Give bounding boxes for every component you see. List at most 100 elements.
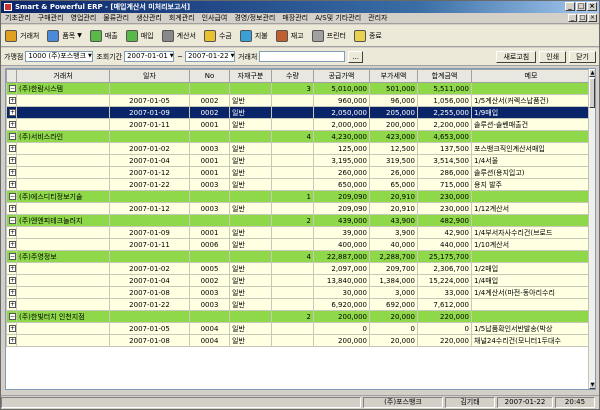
collapse-icon[interactable]: −	[9, 133, 16, 140]
table-row[interactable]: +2007-01-04 0002 일반 13,840,000 1,384,000 15,2…	[6, 274, 591, 287]
collapse-icon[interactable]: −	[9, 193, 16, 200]
column-header[interactable]: 메모	[471, 69, 591, 83]
expand-icon[interactable]: +	[9, 181, 16, 188]
expand-icon[interactable]: +	[9, 277, 16, 284]
minimize-button[interactable]: _	[565, 2, 575, 11]
expand-cell[interactable]: +	[6, 166, 17, 179]
child-minimize-button[interactable]: _	[568, 14, 577, 22]
column-header[interactable]: 거래처	[16, 69, 110, 83]
expand-cell[interactable]: +	[6, 106, 17, 119]
table-row[interactable]: +2007-01-09 0001 일반 39,000 3,900 42,900 1/4부서자…	[6, 226, 591, 239]
expand-icon[interactable]: +	[9, 325, 16, 332]
column-header[interactable]: 자재구분	[229, 69, 272, 83]
group-row[interactable]: − (주)엔엔피테크놀러지 2 439,000 43,900 482,900	[6, 214, 591, 227]
expand-cell[interactable]: +	[6, 262, 17, 275]
expand-icon[interactable]: +	[9, 205, 16, 212]
print-button[interactable]: 인쇄	[539, 50, 567, 63]
collapse-icon[interactable]: −	[9, 253, 16, 260]
menu-item[interactable]: 관리자	[368, 13, 387, 23]
expand-cell[interactable]: +	[6, 298, 17, 311]
group-row[interactable]: − (주)서비스라인 4 4,230,000 423,000 4,653,000	[6, 130, 591, 143]
column-header[interactable]: 부가세액	[369, 69, 418, 83]
invoice-grid[interactable]: 거래처 일자 No 자재구분 수량 공급가액 부가세액 합계금액 메모 − (주)한람시스템 3 5,…	[5, 68, 596, 390]
vertical-scrollbar[interactable]: ▲ ▼	[588, 69, 595, 389]
expand-icon[interactable]: +	[9, 145, 16, 152]
toolbar-button[interactable]: 수금	[203, 29, 232, 42]
toolbar-button[interactable]: 재고	[275, 29, 304, 42]
close-button[interactable]: ×	[587, 2, 597, 11]
collapse-icon[interactable]: −	[9, 217, 16, 224]
table-row[interactable]: +2007-01-09 0002 일반 2,050,000 205,000 2,255,0…	[6, 106, 591, 119]
table-row[interactable]: +2007-01-12 0001 일반 260,000 26,000 286,000 솔루션…	[6, 166, 591, 179]
date-to-picker[interactable]: 2007-01-22 ▼	[184, 51, 235, 62]
expand-cell[interactable]: −	[6, 310, 17, 323]
table-row[interactable]: +2007-01-02 0005 일반 2,097,000 209,700 2,306,7…	[6, 262, 591, 275]
maximize-button[interactable]: □	[576, 2, 586, 11]
toolbar-button[interactable]: 품목 ▼	[47, 29, 82, 42]
menu-item[interactable]: 생산관리	[136, 13, 162, 23]
expand-cell[interactable]: +	[6, 322, 17, 335]
column-header[interactable]: 합계금액	[417, 69, 472, 83]
table-row[interactable]: +2007-01-22 0003 일반 650,000 65,000 715,000 용지 …	[6, 178, 591, 191]
group-row[interactable]: − (주)한빛터치 인천지점 2 200,000 20,000 220,000	[6, 310, 591, 323]
scroll-up-icon[interactable]: ▲	[589, 69, 595, 77]
collapse-icon[interactable]: −	[9, 313, 16, 320]
group-row[interactable]: − (주)한람시스템 3 5,010,000 501,000 5,511,000	[6, 82, 591, 95]
expand-cell[interactable]: +	[6, 178, 17, 191]
expand-cell[interactable]: +	[6, 202, 17, 215]
table-row[interactable]: +2007-01-11 0001 일반 2,000,000 200,000 2,200,0…	[6, 118, 591, 131]
close-form-button[interactable]: 닫기	[569, 50, 596, 63]
table-row[interactable]: +2007-01-08 0003 일반 30,000 3,000 33,000 1/4계산서…	[6, 286, 591, 299]
menu-item[interactable]: 물류관리	[103, 13, 129, 23]
menu-item[interactable]: 회계관리	[169, 13, 195, 23]
expand-cell[interactable]: −	[6, 214, 17, 227]
expand-cell[interactable]: +	[6, 286, 17, 299]
menu-item[interactable]: 인사급여	[202, 13, 228, 23]
table-row[interactable]: +2007-01-12 0003 일반 209,090 20,910 230,000 1/1…	[6, 202, 591, 215]
expand-cell[interactable]: +	[6, 94, 17, 107]
table-row[interactable]: +2007-01-11 0006 일반 400,000 40,000 440,000 1/1…	[6, 238, 591, 251]
date-from-picker[interactable]: 2007-01-01 ▼	[124, 51, 175, 62]
child-close-button[interactable]: ×	[588, 14, 597, 22]
expand-icon[interactable]: +	[9, 301, 16, 308]
store-select[interactable]: 1000 (주)포스뱅크 ▼	[25, 51, 94, 62]
column-header[interactable]: 일자	[109, 69, 190, 83]
table-row[interactable]: +2007-01-08 0004 일반 200,000 20,000 220,000 채널2…	[6, 334, 591, 347]
scroll-down-icon[interactable]: ▼	[589, 381, 595, 389]
toolbar-button[interactable]: 종료	[353, 29, 382, 42]
expand-cell[interactable]: −	[6, 82, 17, 95]
column-header[interactable]: 수량	[271, 69, 314, 83]
table-row[interactable]: +2007-01-02 0003 일반 125,000 12,500 137,500 포스뱅…	[6, 142, 591, 155]
collapse-icon[interactable]: −	[9, 85, 16, 92]
toolbar-button[interactable]: 프린터	[311, 29, 346, 42]
column-header[interactable]: No	[189, 69, 230, 83]
expand-cell[interactable]: −	[6, 190, 17, 203]
menu-item[interactable]: 구매관리	[38, 13, 64, 23]
table-row[interactable]: +2007-01-05 0004 일반 0 0 0 1/5납품확인서반발송(박상	[6, 322, 591, 335]
expand-cell[interactable]: +	[6, 226, 17, 239]
toolbar-button[interactable]: 지불	[239, 29, 268, 42]
expand-icon[interactable]: +	[9, 157, 16, 164]
expand-icon[interactable]: +	[9, 97, 16, 104]
table-row[interactable]: +2007-01-04 0001 일반 3,195,000 319,500 3,514,5…	[6, 154, 591, 167]
toolbar-button[interactable]: 거래처	[5, 29, 39, 42]
expand-cell[interactable]: +	[6, 238, 17, 251]
expand-cell[interactable]: +	[6, 274, 17, 287]
group-row[interactable]: − (주)주영정보 4 22,887,000 2,288,700 25,175,700	[6, 250, 591, 263]
menu-item[interactable]: 영업관리	[71, 13, 97, 23]
expand-cell[interactable]: +	[6, 118, 17, 131]
chevron-down-icon[interactable]: ▼	[77, 32, 82, 39]
expand-icon[interactable]: +	[9, 241, 16, 248]
expand-icon[interactable]: +	[9, 121, 16, 128]
expand-icon[interactable]: +	[9, 109, 16, 116]
menu-item[interactable]: 기초관리	[5, 13, 31, 23]
toolbar-button[interactable]: 계산서	[161, 29, 196, 42]
toolbar-button[interactable]: 매입	[125, 29, 154, 42]
group-row[interactable]: − (주)에스디티정보기술 1 209,090 20,910 230,000	[6, 190, 591, 203]
toolbar-button[interactable]: 매출	[89, 29, 118, 42]
customer-browse-button[interactable]: ...	[348, 50, 363, 63]
table-row[interactable]: +2007-01-05 0002 일반 960,000 96,000 1,056,000 1…	[6, 94, 591, 107]
column-header[interactable]: 공급가액	[313, 69, 370, 83]
expand-icon[interactable]: +	[9, 289, 16, 296]
expand-cell[interactable]: +	[6, 154, 17, 167]
